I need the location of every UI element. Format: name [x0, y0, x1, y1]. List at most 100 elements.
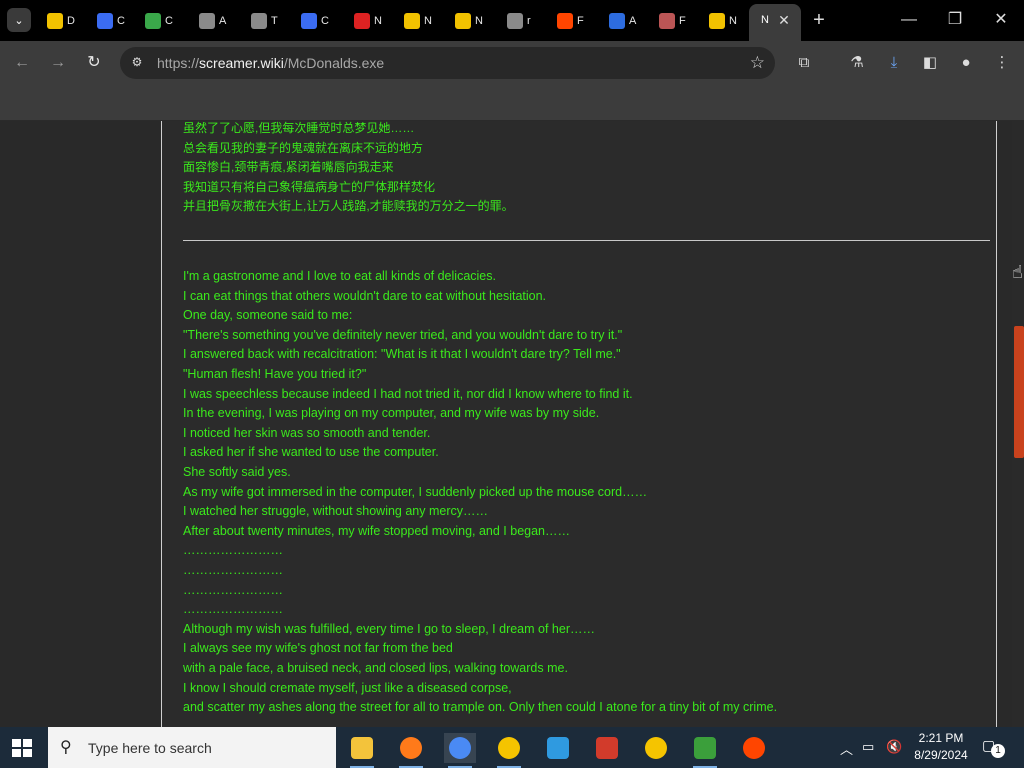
bookmark-bar: [0, 85, 1024, 121]
tab-label: A: [219, 14, 227, 27]
url-text[interactable]: https://screamer.wiki/McDonalds.exe: [157, 55, 384, 71]
browser-tab[interactable]: A: [609, 8, 637, 33]
browser-tab[interactable]: T: [251, 8, 279, 33]
site-info-icon[interactable]: ⚙: [129, 55, 145, 71]
scrollbar-thumb[interactable]: [1014, 326, 1024, 458]
close-window-button[interactable]: ✕: [986, 8, 1016, 32]
network-icon[interactable]: ▭: [862, 739, 874, 755]
tab-label: A: [629, 14, 637, 27]
story-line-en: After about twenty minutes, my wife stop…: [183, 523, 571, 538]
story-line-en: As my wife got immersed in the computer,…: [183, 484, 648, 499]
page-content: 虽然了了心愿,但我每次睡觉时总梦见她…… 总会看见我的妻子的鬼魂就在离床不远的地方…: [0, 121, 1012, 727]
story-line-en: with a pale face, a bruised neck, and cl…: [183, 661, 568, 675]
tray-chevron-icon[interactable]: ︿: [840, 739, 853, 758]
extensions-icon[interactable]: ⧉: [792, 51, 816, 75]
browser-tab[interactable]: F: [557, 8, 585, 33]
tab-label: N: [424, 14, 432, 27]
browser-tab[interactable]: C: [145, 8, 173, 33]
clock[interactable]: 2:21 PM 8/29/2024: [908, 730, 974, 764]
forward-button[interactable]: →: [46, 51, 70, 75]
story-line-en: I'm a gastronome and I love to eat all k…: [183, 269, 496, 283]
story-line-en: I asked her if she wanted to use the com…: [183, 445, 439, 460]
taskbar-app-rtl-app-2[interactable]: [640, 733, 672, 763]
tab-label: N: [475, 14, 483, 27]
tab-favicon-icon: [145, 12, 161, 29]
notification-center-icon[interactable]: ▢ 1: [982, 737, 1005, 758]
tab-label: F: [577, 14, 584, 27]
chrome-icon: [449, 737, 471, 759]
file-explorer-icon: [351, 737, 373, 759]
volume-muted-icon[interactable]: 🔇: [886, 739, 902, 755]
browser-tab[interactable]: N: [709, 8, 737, 33]
back-button[interactable]: ←: [10, 51, 34, 75]
story-line-zh: 虽然了了心愿,但我每次睡觉时总梦见她……: [183, 121, 415, 135]
tab-label: N: [729, 14, 737, 27]
taskbar-search[interactable]: ⚲ Type here to search: [48, 727, 336, 768]
active-tab[interactable]: N ✕: [749, 4, 801, 41]
story-line-zh: 我知道只有将自己象得瘟病身亡的尸体那样焚化: [183, 179, 436, 194]
taskbar-app-rtl-app[interactable]: [493, 733, 525, 768]
taskbar-app-reddit[interactable]: [738, 733, 770, 763]
taskbar-app-app-red[interactable]: [591, 733, 623, 763]
browser-tab[interactable]: D: [47, 8, 75, 33]
tab-favicon-icon: [659, 12, 675, 29]
side-panel-icon[interactable]: ◧: [918, 51, 942, 75]
download-icon[interactable]: ⤓: [882, 51, 906, 75]
browser-tab[interactable]: C: [301, 8, 329, 33]
tab-search-button[interactable]: ⌄: [7, 8, 31, 32]
new-tab-button[interactable]: +: [808, 8, 830, 32]
app-red-icon: [596, 737, 618, 759]
menu-icon[interactable]: ⋮: [990, 51, 1014, 75]
tab-label: D: [67, 14, 75, 27]
tab-favicon-icon: [97, 12, 113, 29]
search-placeholder: Type here to search: [88, 740, 212, 756]
tab-favicon-icon: [199, 12, 215, 29]
tab-label: C: [165, 14, 173, 27]
browser-tab[interactable]: C: [97, 8, 125, 33]
taskbar-app-file-explorer[interactable]: [346, 733, 378, 768]
story-line-en: ……………………: [183, 543, 283, 558]
tab-label: N: [374, 14, 382, 27]
browser-toolbar: ← → ↻ ⚙ https://screamer.wiki/McDonalds.…: [0, 41, 1024, 85]
story-line-en: In the evening, I was playing on my comp…: [183, 406, 600, 421]
story-line-en: I watched her struggle, without showing …: [183, 504, 488, 519]
reload-button[interactable]: ↻: [82, 51, 106, 75]
address-bar[interactable]: ⚙ https://screamer.wiki/McDonalds.exe ☆: [120, 47, 775, 79]
minimize-button[interactable]: —: [894, 8, 924, 32]
taskbar-app-app-green[interactable]: [689, 733, 721, 768]
labs-icon[interactable]: ⚗: [845, 51, 869, 75]
mouse-cursor-icon: ☝: [1012, 262, 1023, 282]
divider: [183, 240, 990, 241]
profile-avatar-icon[interactable]: ●: [954, 51, 978, 75]
bookmark-star-icon[interactable]: ☆: [750, 53, 765, 73]
story-line-en: One day, someone said to me:: [183, 308, 353, 323]
windows-taskbar: ⚲ Type here to search ︿ ▭ 🔇 2:21 PM 8/29…: [0, 727, 1024, 768]
app-green-icon: [694, 737, 716, 759]
story-line-en: She softly said yes.: [183, 465, 291, 479]
story-line-zh: 总会看见我的妻子的鬼魂就在离床不远的地方: [183, 140, 424, 155]
tab-favicon-icon: [251, 12, 267, 29]
clock-time: 2:21 PM: [918, 731, 964, 745]
tab-strip: ⌄ D C C A T C N N Nr F A F N N ✕ + — ❐ ✕: [0, 0, 1024, 41]
story-line-en: I can eat things that others wouldn't da…: [183, 288, 547, 303]
restore-button[interactable]: ❐: [940, 8, 970, 32]
close-tab-icon[interactable]: ✕: [776, 12, 792, 29]
browser-tab[interactable]: N: [455, 8, 483, 33]
taskbar-app-microsoft-store[interactable]: [542, 733, 574, 763]
tab-favicon-icon: [557, 12, 573, 29]
tab-favicon-icon: [301, 12, 317, 29]
tab-favicon-icon: [47, 12, 63, 29]
rtl-app-2-icon: [645, 737, 667, 759]
clock-date: 8/29/2024: [914, 748, 968, 762]
taskbar-app-chrome[interactable]: [444, 733, 476, 768]
story-line-zh: 并且把骨灰撒在大街上,让万人践踏,才能赎我的万分之一的罪。: [183, 199, 514, 213]
taskbar-app-firefox[interactable]: [395, 733, 427, 768]
browser-tab[interactable]: N: [404, 8, 432, 33]
story-line-en: ……………………: [183, 582, 283, 597]
browser-tab[interactable]: N: [354, 8, 382, 33]
browser-tab[interactable]: F: [659, 8, 687, 33]
start-button[interactable]: [12, 739, 32, 757]
story-line-en: "There's something you've definitely nev…: [183, 327, 623, 342]
browser-tab[interactable]: r: [507, 8, 535, 33]
browser-tab[interactable]: A: [199, 8, 227, 33]
